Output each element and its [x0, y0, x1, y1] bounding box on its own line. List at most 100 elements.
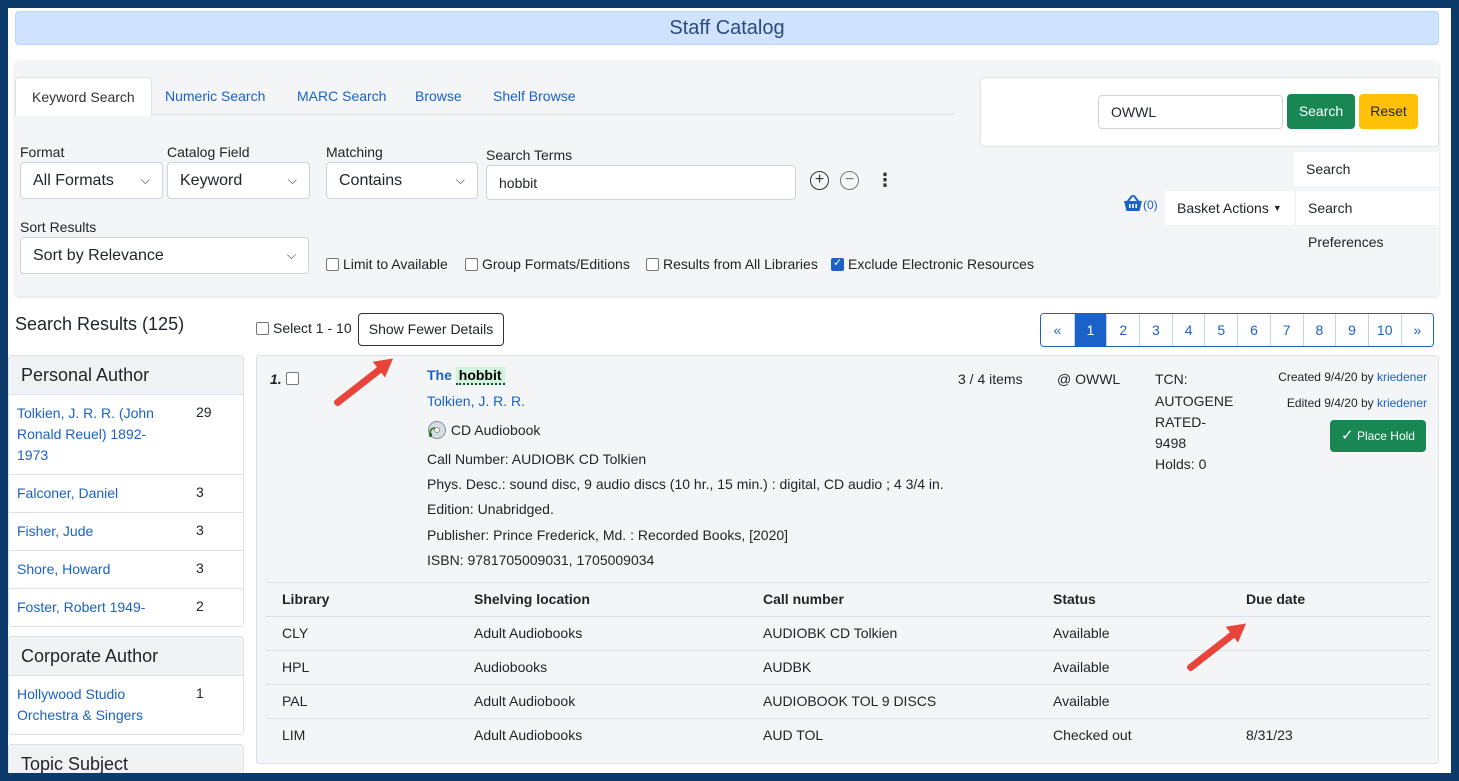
sort-results-select[interactable]: Sort by Relevance ⌵	[20, 237, 309, 274]
page-1[interactable]: 1	[1073, 314, 1107, 346]
basket-actions-dropdown[interactable]: Basket Actions ▼	[1165, 191, 1294, 225]
col-shelving-location: Shelving location	[474, 591, 590, 607]
result-record: 1. The hobbit Tolkien, J. R. R. CD Audio…	[256, 355, 1439, 764]
page-first[interactable]: «	[1041, 314, 1074, 346]
search-templates-dropdown[interactable]: Search Templates▼	[1294, 152, 1439, 211]
page-6[interactable]: 6	[1237, 314, 1270, 346]
page-last[interactable]: »	[1400, 314, 1434, 346]
all-libraries-label: Results from All Libraries	[663, 256, 818, 272]
search-terms-label: Search Terms	[486, 147, 573, 163]
record-tcn-2: AUTOGENE	[1155, 393, 1234, 409]
table-row: HPL Audiobooks AUDBK Available	[266, 650, 1430, 684]
exclude-electronic-checkbox[interactable]	[831, 256, 844, 271]
limit-available-checkbox[interactable]	[326, 257, 339, 271]
cell-shelving-location: Adult Audiobook	[474, 693, 576, 709]
search-button[interactable]: Search	[1287, 94, 1355, 129]
cell-shelving-location: Audiobooks	[474, 659, 548, 675]
cell-shelving-location: Adult Audiobooks	[474, 727, 583, 743]
col-library: Library	[282, 591, 330, 607]
library-selector-input[interactable]	[1098, 95, 1283, 129]
created-by-link[interactable]: kriedener	[1377, 370, 1427, 384]
search-preferences-button[interactable]: Search Preferences	[1296, 191, 1439, 250]
col-due-date: Due date	[1246, 591, 1306, 607]
record-format: CD Audiobook	[427, 420, 540, 440]
search-terms-input[interactable]	[486, 165, 796, 200]
chevron-down-icon: ⌵	[287, 173, 297, 187]
group-formats-checkbox[interactable]	[465, 257, 478, 271]
group-formats-option[interactable]: Group Formats/Editions	[465, 256, 630, 272]
facet-link[interactable]: Tolkien, J. R. R. (John Ronald Reuel) 18…	[17, 403, 177, 466]
record-format-label: CD Audiobook	[450, 422, 541, 438]
page-8[interactable]: 8	[1302, 314, 1336, 346]
record-title[interactable]: The hobbit	[427, 367, 505, 385]
facet-count: 29	[196, 404, 212, 420]
tab-keyword-search[interactable]: Keyword Search	[15, 77, 152, 116]
cd-audiobook-icon	[428, 421, 446, 439]
record-created: Created 9/4/20 by kriedener	[1278, 370, 1427, 384]
show-fewer-details-button[interactable]: Show Fewer Details	[358, 313, 504, 346]
facet-link[interactable]: Hollywood Studio Orchestra & Singers	[17, 684, 177, 726]
page-4[interactable]: 4	[1171, 314, 1205, 346]
cell-call-number: AUDIOBK CD Tolkien	[763, 625, 898, 641]
facet-link[interactable]: Falconer, Daniel	[17, 483, 177, 504]
exclude-electronic-option[interactable]: Exclude Electronic Resources	[831, 256, 1034, 272]
cell-status: Available	[1053, 659, 1110, 675]
cell-call-number: AUDIOBOOK TOL 9 DISCS	[763, 693, 937, 709]
page-7[interactable]: 7	[1269, 314, 1303, 346]
page-10[interactable]: 10	[1367, 314, 1401, 346]
basket-link[interactable]: (0)	[1123, 195, 1158, 212]
all-libraries-checkbox[interactable]	[646, 257, 659, 271]
facet-heading: Corporate Author	[9, 637, 243, 676]
select-page-checkbox[interactable]	[256, 321, 269, 335]
sort-results-value: Sort by Relevance	[33, 247, 164, 264]
format-select[interactable]: All Formats ⌵	[20, 162, 163, 199]
record-call-number: Call Number: AUDIOBK CD Tolkien	[427, 451, 647, 467]
page-5[interactable]: 5	[1204, 314, 1238, 346]
record-select-checkbox[interactable]	[286, 372, 299, 385]
basket-actions-label: Basket Actions	[1177, 200, 1269, 216]
tab-numeric-search[interactable]: Numeric Search	[149, 77, 281, 116]
tab-marc-search[interactable]: MARC Search	[281, 77, 402, 116]
more-options-icon[interactable]: ⋮	[876, 171, 894, 189]
place-hold-button[interactable]: ✓ Place Hold	[1330, 420, 1426, 452]
catalog-field-select[interactable]: Keyword ⌵	[167, 162, 310, 199]
edited-by-link[interactable]: kriedener	[1377, 396, 1427, 410]
facet-topic-subject: Topic Subject	[8, 744, 244, 773]
remove-row-icon[interactable]: −	[840, 171, 859, 190]
place-hold-label: Place Hold	[1356, 429, 1415, 443]
chevron-down-icon: ⌵	[140, 173, 150, 187]
facet-count: 1	[196, 685, 204, 701]
facet-link[interactable]: Shore, Howard	[17, 559, 177, 580]
reset-button[interactable]: Reset	[1359, 94, 1418, 129]
tab-shelf-browse[interactable]: Shelf Browse	[477, 77, 591, 116]
page-9[interactable]: 9	[1335, 314, 1368, 346]
matching-select[interactable]: Contains ⌵	[326, 162, 478, 199]
record-library: @ OWWL	[1057, 371, 1121, 387]
limit-available-option[interactable]: Limit to Available	[326, 256, 448, 272]
format-label: Format	[20, 144, 65, 160]
cell-call-number: AUD TOL	[763, 727, 824, 743]
select-page-option[interactable]: Select 1 - 10	[256, 320, 352, 336]
record-author-link[interactable]: Tolkien, J. R. R.	[427, 393, 525, 409]
record-edited: Edited 9/4/20 by kriedener	[1287, 396, 1427, 410]
facet-link[interactable]: Fisher, Jude	[17, 521, 177, 542]
check-icon: ✓	[1341, 427, 1354, 444]
library-search-box: Search Reset	[980, 77, 1439, 147]
facet-link[interactable]: Foster, Robert 1949-	[17, 597, 177, 618]
table-row: PAL Adult Audiobook AUDIOBOOK TOL 9 DISC…	[266, 684, 1430, 718]
facet-heading: Topic Subject	[9, 745, 243, 773]
page-3[interactable]: 3	[1139, 314, 1172, 346]
facet-count: 3	[196, 522, 204, 538]
facet-corporate-author: Corporate Author Hollywood Studio Orches…	[8, 636, 244, 735]
tab-browse[interactable]: Browse	[399, 77, 478, 116]
add-row-icon[interactable]: +	[810, 171, 829, 190]
page-2[interactable]: 2	[1106, 314, 1140, 346]
group-formats-label: Group Formats/Editions	[482, 256, 630, 272]
edited-prefix: Edited 9/4/20 by	[1286, 396, 1374, 410]
facet-item: Hollywood Studio Orchestra & Singers 1	[9, 676, 243, 734]
record-tcn-1: TCN:	[1155, 371, 1188, 387]
facet-heading: Personal Author	[9, 356, 243, 395]
title-prefix: The	[427, 367, 452, 383]
facet-item: Shore, Howard 3	[9, 551, 243, 589]
all-libraries-option[interactable]: Results from All Libraries	[646, 256, 818, 272]
